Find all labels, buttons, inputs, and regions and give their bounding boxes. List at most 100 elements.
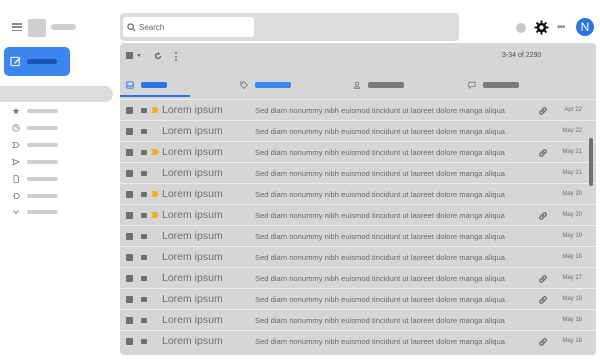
compose-button[interactable] (4, 47, 70, 76)
row-checkbox[interactable] (126, 128, 133, 135)
email-sender: Lorem ipsum (162, 293, 223, 305)
important-marker-icon[interactable] (151, 212, 159, 218)
email-row[interactable]: Lorem ipsum Sed diam nonummy nibh euismod… (120, 99, 596, 120)
chevron-down-icon (12, 210, 19, 214)
sidebar-item-inbox[interactable] (0, 86, 113, 102)
scrollbar-thumb[interactable] (589, 138, 593, 186)
category-tabs (120, 73, 596, 97)
email-row[interactable]: Lorem ipsum Sed diam nonummy nibh euismod… (120, 246, 596, 267)
sidebar-item-important[interactable] (11, 140, 71, 150)
email-date: May 19 (562, 296, 582, 302)
more-options-icon[interactable] (175, 52, 178, 61)
tab-promotions[interactable] (240, 73, 291, 97)
link-icon[interactable] (537, 147, 549, 159)
email-sender: Lorem ipsum (162, 314, 223, 326)
link-icon[interactable] (537, 210, 549, 222)
email-row[interactable]: Lorem ipsum Sed diam nonummy nibh euismod… (120, 141, 596, 162)
email-date: May 22 (562, 128, 582, 134)
important-marker-icon[interactable] (151, 149, 159, 155)
search-icon (127, 22, 136, 31)
link-icon[interactable] (537, 336, 549, 348)
row-checkbox[interactable] (126, 107, 133, 114)
email-row[interactable]: Lorem ipsum Sed diam nonummy nibh euismod… (120, 288, 596, 309)
refresh-icon[interactable] (154, 52, 162, 60)
sidebar-item-starred[interactable] (11, 106, 71, 116)
sidebar-item-more[interactable] (11, 207, 71, 217)
row-checkbox[interactable] (126, 317, 133, 324)
star-icon[interactable] (141, 339, 147, 344)
row-checkbox[interactable] (126, 254, 133, 261)
important-icon (11, 142, 20, 148)
star-icon[interactable] (141, 318, 147, 323)
email-snippet: Sed diam nonummy nibh euismod tincidunt … (255, 316, 505, 325)
search-input[interactable]: Search (123, 17, 254, 37)
sidebar-item-drafts[interactable] (11, 174, 71, 184)
tab-social[interactable] (353, 73, 404, 97)
star-icon[interactable] (141, 129, 147, 134)
sidebar-item-snoozed[interactable] (11, 123, 71, 133)
apps-grid-icon[interactable]: ••• (557, 23, 565, 33)
star-icon[interactable] (141, 171, 147, 176)
star-icon[interactable] (141, 108, 147, 113)
select-all-checkbox[interactable] (126, 52, 133, 59)
avatar[interactable]: N (576, 18, 594, 36)
email-row[interactable]: Lorem ipsum Sed diam nonummy nibh euismod… (120, 183, 596, 204)
important-marker-icon[interactable] (151, 191, 159, 197)
email-snippet: Sed diam nonummy nibh euismod tincidunt … (255, 232, 505, 241)
email-sender: Lorem ipsum (162, 230, 223, 242)
star-icon[interactable] (141, 276, 147, 281)
tab-primary[interactable] (126, 73, 167, 97)
important-marker-icon[interactable] (151, 107, 159, 113)
email-sender: Lorem ipsum (162, 251, 223, 263)
email-row[interactable]: Lorem ipsum Sed diam nonummy nibh euismod… (120, 309, 596, 330)
row-checkbox[interactable] (126, 191, 133, 198)
email-snippet: Sed diam nonummy nibh euismod tincidunt … (255, 148, 505, 157)
inbox-icon (126, 81, 134, 89)
star-icon[interactable] (141, 213, 147, 218)
star-icon[interactable] (141, 150, 147, 155)
star-icon[interactable] (141, 192, 147, 197)
menu-icon[interactable] (12, 23, 22, 31)
star-icon[interactable] (141, 234, 147, 239)
star-icon[interactable] (141, 297, 147, 302)
send-icon (11, 158, 20, 166)
email-row[interactable]: Lorem ipsum Sed diam nonummy nibh euismod… (120, 162, 596, 183)
tab-forums[interactable] (468, 73, 519, 97)
chevron-down-icon[interactable] (137, 54, 141, 57)
sidebar-label-placeholder (27, 177, 58, 181)
email-row[interactable]: Lorem ipsum Sed diam nonummy nibh euismod… (120, 267, 596, 288)
email-snippet: Sed diam nonummy nibh euismod tincidunt … (255, 169, 505, 178)
gear-icon[interactable] (534, 20, 549, 35)
email-row[interactable]: Lorem ipsum Sed diam nonummy nibh euismod… (120, 225, 596, 246)
email-date: May 20 (562, 212, 582, 218)
chat-icon (468, 81, 476, 89)
status-dot-icon[interactable] (516, 23, 526, 33)
row-checkbox[interactable] (126, 233, 133, 240)
email-list: Lorem ipsum Sed diam nonummy nibh euismod… (120, 99, 596, 351)
row-checkbox[interactable] (126, 149, 133, 156)
email-snippet: Sed diam nonummy nibh euismod tincidunt … (255, 274, 505, 283)
sidebar-label-placeholder (27, 160, 58, 164)
link-icon[interactable] (537, 294, 549, 306)
sidebar-item-categories[interactable] (11, 191, 71, 201)
email-snippet: Sed diam nonummy nibh euismod tincidunt … (255, 127, 505, 136)
link-icon[interactable] (537, 105, 549, 117)
email-date: May 21 (562, 170, 582, 176)
email-row[interactable]: Lorem ipsum Sed diam nonummy nibh euismod… (120, 330, 596, 351)
row-checkbox[interactable] (126, 338, 133, 345)
label-icon (11, 193, 20, 199)
row-checkbox[interactable] (126, 275, 133, 282)
row-checkbox[interactable] (126, 212, 133, 219)
compose-label-placeholder (27, 59, 57, 64)
star-icon[interactable] (141, 255, 147, 260)
app-name-placeholder (51, 24, 76, 30)
row-checkbox[interactable] (126, 170, 133, 177)
email-row[interactable]: Lorem ipsum Sed diam nonummy nibh euismod… (120, 120, 596, 141)
email-row[interactable]: Lorem ipsum Sed diam nonummy nibh euismod… (120, 204, 596, 225)
row-checkbox[interactable] (126, 296, 133, 303)
email-sender: Lorem ipsum (162, 335, 223, 347)
link-icon[interactable] (537, 273, 549, 285)
email-date: May 18 (562, 254, 582, 260)
pencil-icon (10, 56, 21, 67)
sidebar-item-sent[interactable] (11, 157, 71, 167)
